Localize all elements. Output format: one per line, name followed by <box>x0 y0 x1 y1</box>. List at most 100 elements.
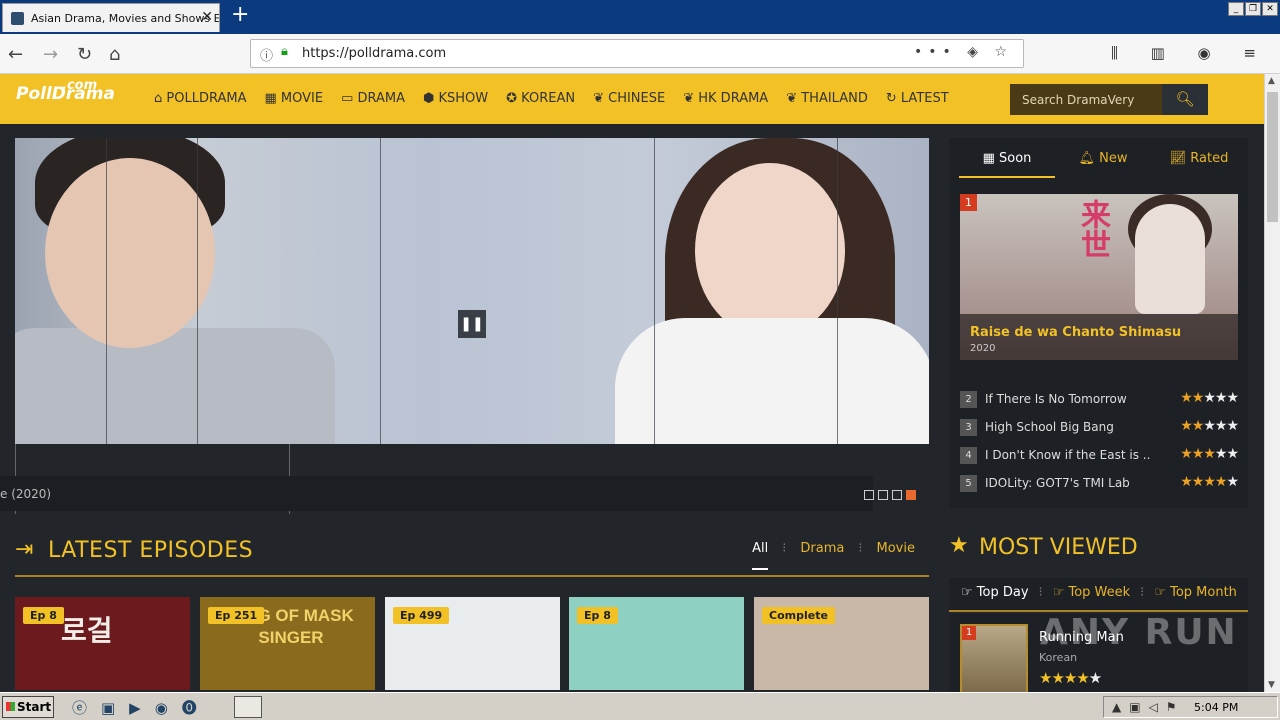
slider-dot[interactable] <box>892 490 902 500</box>
episode-card[interactable]: KING OF MASK SINGER Ep 251 <box>200 597 375 690</box>
featured-year: 2020 <box>970 343 996 354</box>
list-item[interactable]: 3 High School Big Bang ★★★★★ <box>960 418 1239 446</box>
list-item[interactable]: 5 IDOLity: GOT7's TMI Lab ★★★★★ <box>960 474 1239 502</box>
slider-dots <box>864 490 916 500</box>
menu-item-chinese[interactable]: ❦ CHINESE <box>593 91 665 106</box>
menu-item-korean[interactable]: ✪ KOREAN <box>506 91 575 106</box>
menu-item-drama[interactable]: ▭ DRAMA <box>341 91 405 106</box>
rating-stars: ★★★★★ <box>1180 474 1239 490</box>
window-controls: _ ❐ ✕ <box>1228 2 1278 16</box>
search-icon: 🔍︎ <box>1175 90 1195 108</box>
hero-slider[interactable]: ❚❚ <box>15 138 929 444</box>
scroll-thumb[interactable] <box>1267 92 1278 222</box>
scroll-down-icon[interactable]: ▼ <box>1268 680 1275 690</box>
new-tab-button[interactable]: + <box>231 2 249 27</box>
slider-dot-active[interactable] <box>906 490 916 500</box>
lock-icon: 🔒︎ <box>281 44 288 59</box>
section-title: MOST VIEWED <box>979 535 1138 560</box>
filter-drama[interactable]: Drama <box>800 541 844 570</box>
rank-badge: 1 <box>960 194 977 211</box>
tab-top-month[interactable]: ☞ Top Month <box>1154 585 1237 610</box>
clock: 5:04 PM <box>1194 701 1239 714</box>
episode-card[interactable]: Ep 8 <box>569 597 744 690</box>
filter-movie[interactable]: Movie <box>877 541 915 570</box>
tab-new[interactable]: 🔔︎ New <box>1055 146 1151 178</box>
pause-button[interactable]: ❚❚ <box>458 310 486 338</box>
os-taskbar: Start ⓔ▣▶◉⓿ ▲▣◁⚑ 5:04 PM <box>0 692 1280 720</box>
quicklaunch-icons[interactable]: ⓔ▣▶◉⓿ <box>72 697 211 718</box>
episode-card[interactable]: Complete <box>754 597 929 690</box>
featured-drama[interactable]: 来世 1 Raise de wa Chanto Shimasu 2020 <box>960 194 1238 360</box>
most-viewed-tabs: ☞ Top Day ⁝ ☞ Top Week ⁝ ☞ Top Month <box>949 578 1248 612</box>
menu-item-kshow[interactable]: ⬢ KSHOW <box>423 91 488 106</box>
menu-item-hk-drama[interactable]: ❦ HK DRAMA <box>683 91 768 106</box>
browser-tab[interactable]: Asian Drama, Movies and Shows E ✕ <box>2 3 220 32</box>
episode-badge: Ep 8 <box>577 607 618 624</box>
tray-icons[interactable]: ▲▣◁⚑ <box>1112 700 1185 714</box>
close-window-button[interactable]: ✕ <box>1262 2 1278 16</box>
slider-caption[interactable]: e (2020) <box>0 476 873 511</box>
maximize-button[interactable]: ❐ <box>1245 2 1261 16</box>
slider-dot[interactable] <box>878 490 888 500</box>
start-button[interactable]: Start <box>2 696 54 718</box>
page-scrollbar[interactable]: ▲ ▼ <box>1264 74 1280 692</box>
rating-stars: ★★★★★ <box>1039 669 1102 687</box>
episode-card[interactable]: Ep 499 <box>385 597 560 690</box>
chart-icon: 📈︎ <box>1169 151 1187 166</box>
page-actions-icon[interactable]: ••• ◈ ☆ <box>914 44 1013 60</box>
site-logo[interactable]: PollDrama .com <box>16 78 115 104</box>
latest-episodes-grid: 로걸 Ep 8 KING OF MASK SINGER Ep 251 Ep 49… <box>15 597 929 690</box>
menu-item-movie[interactable]: ▦ MOVIE <box>264 91 323 106</box>
calendar-icon: ▦ <box>982 151 995 166</box>
search-button[interactable]: 🔍︎ <box>1162 84 1208 115</box>
slide-image-man <box>45 158 215 348</box>
url-bar[interactable]: ⓘ 🔒︎ https://polldrama.com ••• ◈ ☆ <box>250 39 1024 68</box>
menu-item-polldrama[interactable]: ⌂ POLLDRAMA <box>154 91 246 106</box>
back-icon[interactable]: ← <box>8 44 23 65</box>
reload-icon[interactable]: ↻ <box>77 44 92 65</box>
firefox-taskbar-button[interactable] <box>234 696 262 718</box>
episode-card[interactable]: 로걸 Ep 8 <box>15 597 190 690</box>
info-icon[interactable]: ⓘ <box>260 45 273 64</box>
tab-top-week[interactable]: ☞ Top Week <box>1053 585 1130 610</box>
slider-dot[interactable] <box>864 490 874 500</box>
upcoming-tabs: ▦ Soon 🔔︎ New 📈︎ Rated <box>959 146 1247 178</box>
bell-icon: 🔔︎ <box>1078 151 1095 166</box>
watermark: ANY RUN <box>1040 612 1238 653</box>
menu-item-thailand[interactable]: ❦ THAILAND <box>786 91 868 106</box>
site-header: PollDrama .com ⌂ POLLDRAMA ▦ MOVIE ▭ DRAM… <box>0 74 1264 124</box>
menu-item-latest[interactable]: ↻ LATEST <box>886 91 949 106</box>
rating-stars: ★★★★★ <box>1180 390 1239 406</box>
browser-navbar: ← → ↻ ⌂ ⓘ 🔒︎ https://polldrama.com ••• ◈… <box>0 34 1280 74</box>
tab-top-day[interactable]: ☞ Top Day <box>961 585 1029 610</box>
list-item[interactable]: 2 If There Is No Tomorrow ★★★★★ <box>960 390 1239 418</box>
upcoming-panel: ▦ Soon 🔔︎ New 📈︎ Rated 来世 1 Raise de wa … <box>949 138 1248 508</box>
search-input[interactable]: Search DramaVery <box>1010 84 1162 115</box>
enter-icon: ⇥ <box>15 537 34 562</box>
forward-icon[interactable]: → <box>43 44 58 65</box>
url-text[interactable]: https://polldrama.com <box>302 46 446 61</box>
section-title: LATEST EPISODES <box>48 538 254 563</box>
episode-badge: Ep 8 <box>23 607 64 624</box>
episode-badge: Complete <box>762 607 835 624</box>
main-menu: ⌂ POLLDRAMA ▦ MOVIE ▭ DRAMA ⬢ KSHOW ✪ KO… <box>154 91 949 106</box>
tab-title: Asian Drama, Movies and Shows E <box>31 12 220 25</box>
tab-rated[interactable]: 📈︎ Rated <box>1151 146 1247 178</box>
list-item[interactable]: 4 I Don't Know if the East is ... ★★★★★ <box>960 446 1239 474</box>
tab-close-icon[interactable]: ✕ <box>201 9 213 25</box>
star-icon: ★ <box>949 533 969 558</box>
episode-badge: Ep 251 <box>208 607 265 624</box>
tab-soon[interactable]: ▦ Soon <box>959 146 1055 178</box>
browser-titlebar: Asian Drama, Movies and Shows E ✕ + _ ❐ … <box>0 0 1280 34</box>
home-icon[interactable]: ⌂ <box>109 44 120 65</box>
episode-badge: Ep 499 <box>393 607 450 624</box>
toolbar-icons[interactable]: ⫼ ▥ ◉ ≡ <box>1111 44 1270 62</box>
upcoming-list: 2 If There Is No Tomorrow ★★★★★ 3 High S… <box>960 390 1239 502</box>
minimize-button[interactable]: _ <box>1228 2 1244 16</box>
rating-stars: ★★★★★ <box>1180 446 1239 462</box>
scroll-up-icon[interactable]: ▲ <box>1268 76 1275 86</box>
slide-image-woman <box>695 163 845 338</box>
poster-art: 来世 <box>1075 199 1110 259</box>
filter-all[interactable]: All <box>752 541 769 570</box>
featured-title[interactable]: Raise de wa Chanto Shimasu <box>970 325 1181 340</box>
